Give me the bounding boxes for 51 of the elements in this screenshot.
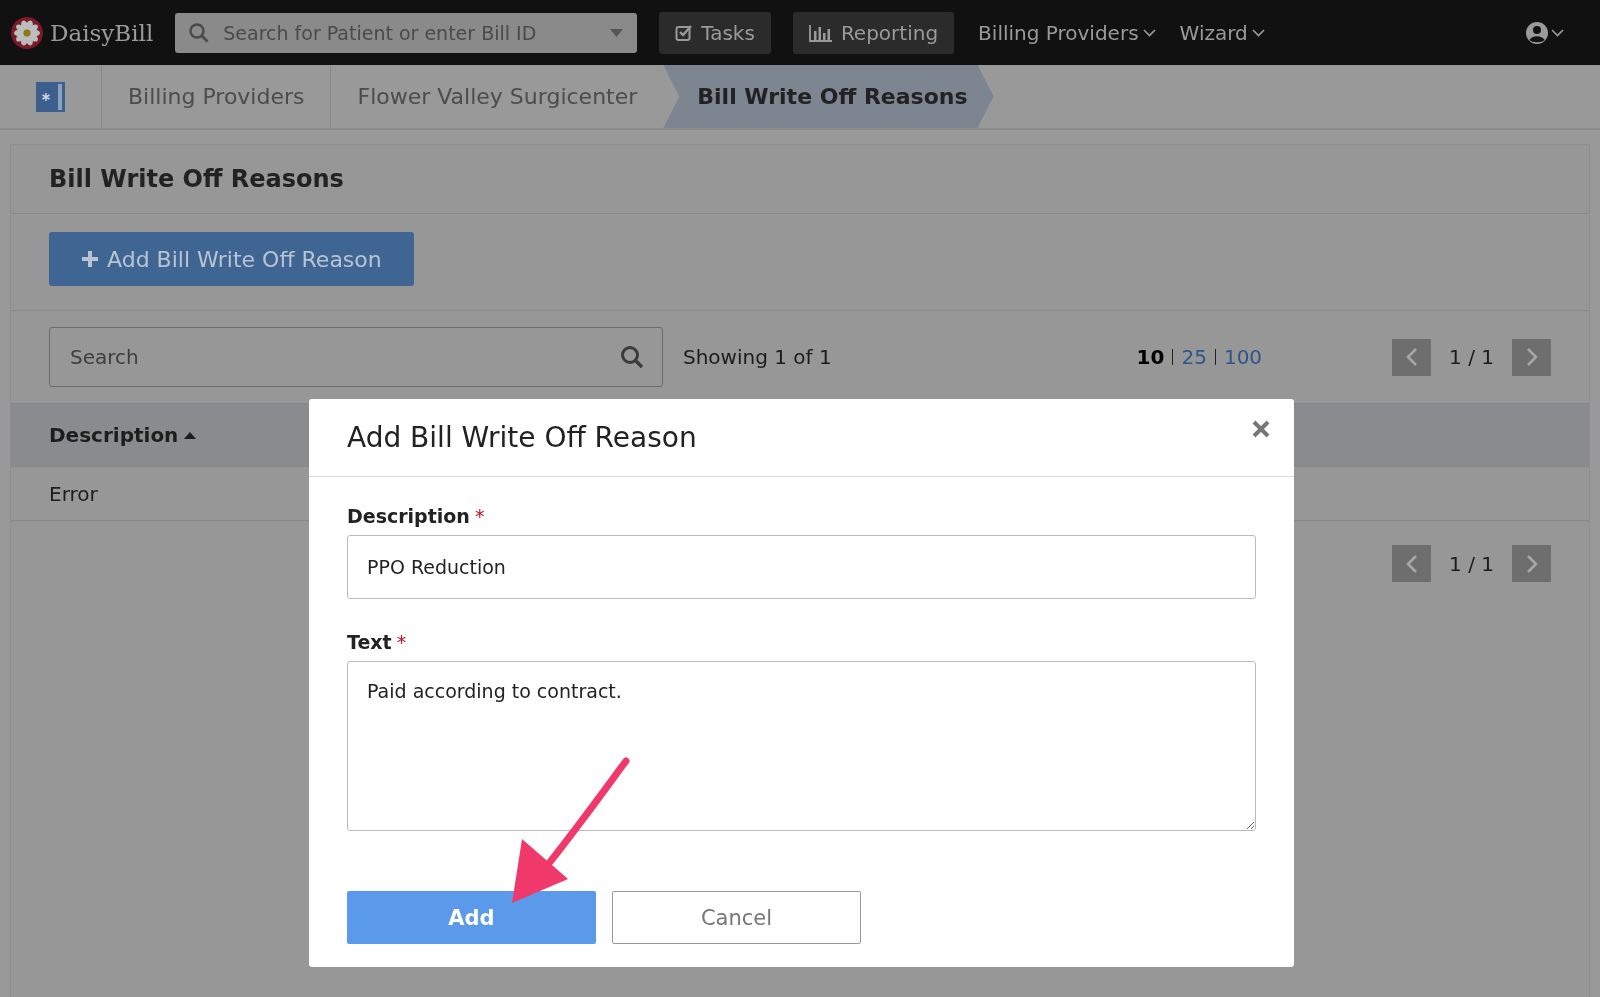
dialog-title: Add Bill Write Off Reason (347, 421, 697, 454)
dropdown-caret-icon (610, 28, 624, 37)
next-page-button[interactable] (1512, 338, 1551, 376)
user-icon (1525, 20, 1549, 45)
add-button[interactable]: Add (347, 891, 596, 944)
previous-page-button[interactable] (1392, 545, 1432, 582)
chevron-left-icon (1405, 553, 1418, 574)
notebook-icon (36, 81, 65, 112)
chevron-down-icon (1551, 28, 1564, 37)
column-header[interactable]: Description (49, 423, 197, 447)
bar-chart-icon (808, 23, 833, 42)
page-indicator: 1 / 1 (1449, 551, 1494, 576)
page-indicator: 1 / 1 (1449, 345, 1494, 369)
breadcrumb[interactable]: Flower Valley Surgicenter (330, 65, 664, 128)
patient-search-field[interactable]: Search for Patient or enter Bill ID (175, 12, 638, 53)
search-icon (620, 345, 644, 369)
checkbox-icon (675, 23, 694, 42)
chevron-right-icon (1525, 553, 1538, 574)
cancel-button[interactable]: Cancel (612, 891, 861, 944)
table-cell: Error (49, 481, 98, 506)
daisy-logo-icon (10, 15, 44, 50)
search-input[interactable]: Search (68, 344, 620, 370)
chevron-down-icon (1142, 28, 1156, 37)
chevron-right-icon (1525, 347, 1538, 367)
nav-menu[interactable]: Wizard (1179, 20, 1265, 45)
breadcrumb[interactable]: Bill Write Off Reasons (663, 65, 994, 128)
breadcrumb[interactable]: Billing Providers (101, 65, 331, 128)
close-button[interactable] (1252, 419, 1270, 438)
search-field[interactable]: Search (49, 327, 663, 387)
nav-menu[interactable]: Billing Providers (978, 20, 1156, 45)
previous-page-button[interactable] (1392, 338, 1432, 376)
text-field[interactable]: Paid according to contract. (347, 661, 1256, 831)
tasks-button[interactable]: Tasks (659, 11, 771, 54)
add-reason-button[interactable]: Add Bill Write Off Reason (49, 232, 414, 286)
plus-icon (81, 250, 99, 268)
logo-text: DaisyBill (50, 19, 154, 46)
chevron-down-icon (1251, 28, 1265, 37)
page-size-link[interactable]: 25 (1181, 345, 1207, 369)
search-icon (189, 22, 210, 43)
close-icon (1252, 419, 1270, 438)
page-title: Bill Write Off Reasons (49, 165, 345, 193)
reporting-button[interactable]: Reporting (792, 11, 955, 54)
page-size-link[interactable]: 100 (1223, 345, 1263, 369)
patient-search-input[interactable]: Search for Patient or enter Bill ID (221, 20, 599, 45)
next-page-button[interactable] (1512, 545, 1551, 582)
result-count: Showing 1 of 1 (683, 345, 832, 369)
description-field[interactable]: PPO Reduction (347, 535, 1256, 599)
field-label: Text * (347, 631, 407, 653)
page-size-link[interactable]: 10 (1136, 345, 1165, 369)
field-label: Description * (347, 505, 485, 527)
chevron-left-icon (1405, 347, 1418, 367)
